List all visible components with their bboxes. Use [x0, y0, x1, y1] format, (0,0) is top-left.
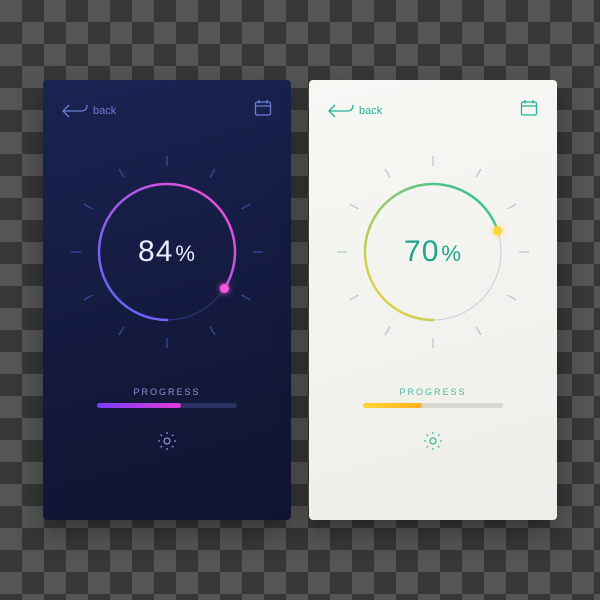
progress-bar	[363, 403, 503, 408]
back-button[interactable]: back	[61, 102, 116, 120]
calendar-icon	[253, 98, 273, 118]
settings-button[interactable]	[422, 430, 444, 457]
progress-bar-fill	[97, 403, 181, 408]
calendar-button[interactable]	[519, 98, 539, 123]
gear-icon	[156, 430, 178, 452]
back-arrow-icon	[61, 102, 89, 120]
topbar: back	[61, 98, 273, 123]
progress-bar	[97, 403, 237, 408]
progress-bar-fill	[363, 403, 422, 408]
progress-label: PROGRESS	[133, 387, 200, 397]
calendar-icon	[519, 98, 539, 118]
screen-light: back	[309, 80, 557, 520]
calendar-button[interactable]	[253, 98, 273, 123]
back-label: back	[93, 105, 116, 117]
screen-dark: back	[43, 80, 291, 520]
settings-button[interactable]	[156, 430, 178, 457]
progress-label: PROGRESS	[399, 387, 466, 397]
topbar: back	[327, 98, 539, 123]
back-arrow-icon	[327, 102, 355, 120]
circular-progress: 84%	[60, 145, 274, 359]
back-button[interactable]: back	[327, 102, 382, 120]
circular-progress: 70%	[326, 145, 540, 359]
back-label: back	[359, 105, 382, 117]
gear-icon	[422, 430, 444, 452]
